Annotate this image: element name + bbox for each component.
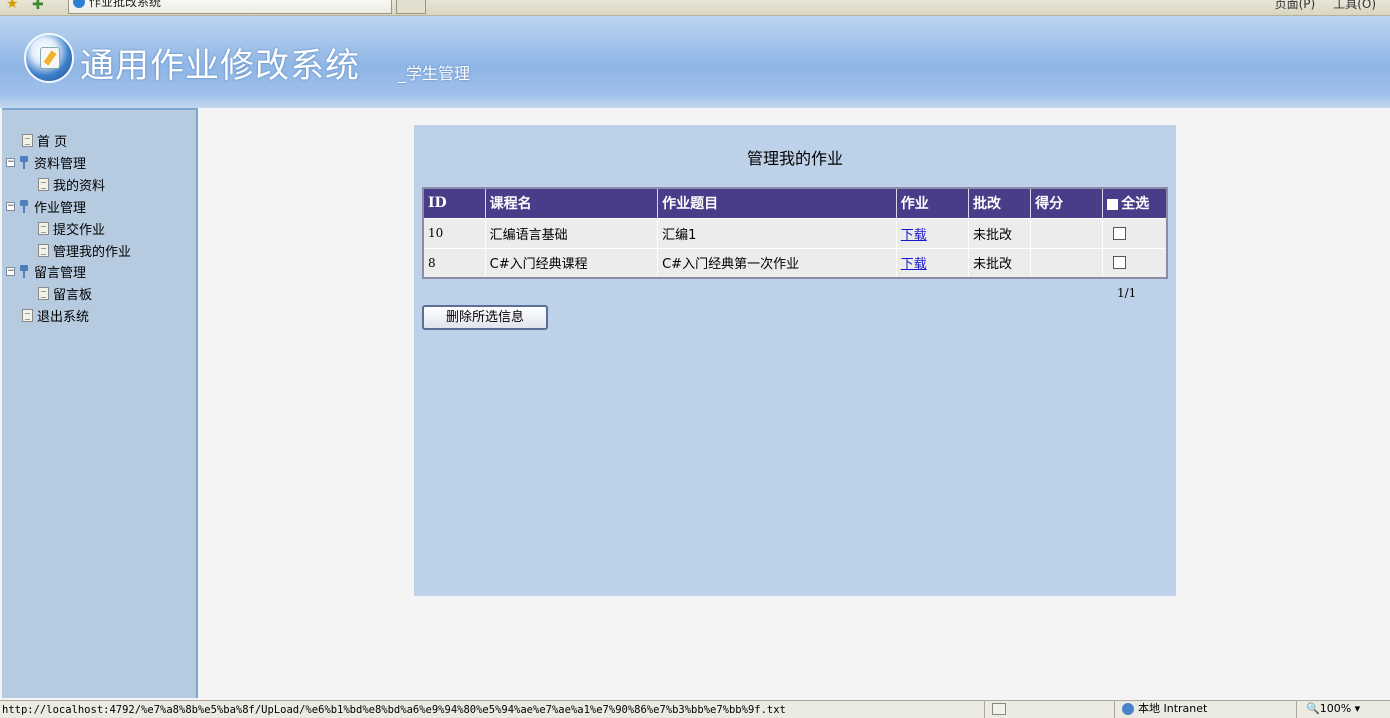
cell-status: 未批改 bbox=[968, 217, 1032, 248]
cell-course: 汇编语言基础 bbox=[485, 217, 659, 248]
site-banner: 通用作业修改系统 _学生管理 bbox=[0, 16, 1390, 108]
column-header-status: 批改 bbox=[968, 188, 1032, 218]
table-header-row: ID 课程名 作业题目 作业 批改 得分 全选 bbox=[423, 188, 1168, 218]
favorites-star-icon[interactable]: ★ bbox=[6, 0, 20, 11]
select-all-checkbox[interactable] bbox=[1107, 198, 1119, 210]
browser-toolbar: ★ ✚ 作业批改系统 页面(P) 工具(O) bbox=[0, 0, 1390, 16]
status-bar: http://localhost:4792/%e7%a8%8b%e5%ba%8f… bbox=[0, 700, 1390, 718]
sidebar-item-home[interactable]: 首 页 bbox=[22, 130, 67, 150]
cell-download: 下载 bbox=[896, 217, 969, 248]
column-header-id: ID bbox=[423, 188, 486, 218]
sidebar-item-label: 首 页 bbox=[37, 134, 68, 150]
row-checkbox[interactable] bbox=[1113, 226, 1127, 240]
cell-score bbox=[1030, 217, 1104, 248]
sidebar-item-label: 退出系统 bbox=[37, 309, 90, 325]
column-header-course: 课程名 bbox=[485, 188, 659, 218]
security-zone[interactable]: 本地 Intranet bbox=[1122, 701, 1207, 717]
sidebar-item-label: 作业管理 bbox=[34, 200, 87, 216]
table-row: 10 汇编语言基础 汇编1 下载 未批改 bbox=[423, 217, 1168, 248]
collapse-icon[interactable]: − bbox=[6, 266, 15, 276]
cell-course: C#入门经典课程 bbox=[485, 247, 659, 278]
sidebar-item-message-management[interactable]: − 留言管理 bbox=[6, 261, 86, 281]
column-header-title: 作业题目 bbox=[657, 188, 897, 218]
zone-label: 本地 Intranet bbox=[1138, 702, 1208, 715]
site-title: 通用作业修改系统 bbox=[80, 46, 360, 86]
sidebar-item-label: 提交作业 bbox=[53, 222, 106, 238]
page-icon bbox=[38, 243, 49, 257]
sidebar-item-label: 留言管理 bbox=[34, 265, 87, 281]
sidebar-item-my-profile[interactable]: 我的资料 bbox=[38, 174, 105, 194]
status-separator bbox=[984, 701, 985, 718]
collapse-icon[interactable]: − bbox=[6, 157, 15, 167]
sidebar-item-label: 资料管理 bbox=[34, 156, 87, 172]
row-checkbox[interactable] bbox=[1113, 256, 1127, 270]
zoom-control[interactable]: 🔍100% ▾ bbox=[1306, 701, 1360, 717]
column-header-select-all[interactable]: 全选 bbox=[1102, 188, 1168, 218]
folder-icon bbox=[19, 199, 29, 213]
logo-icon bbox=[24, 33, 74, 83]
table-row: 8 C#入门经典课程 C#入门经典第一次作业 下载 未批改 bbox=[423, 247, 1168, 278]
column-header-score: 得分 bbox=[1030, 188, 1104, 218]
collapse-icon[interactable]: − bbox=[6, 201, 15, 211]
folder-icon bbox=[19, 264, 29, 278]
page-title: 管理我的作业 bbox=[746, 149, 843, 168]
cell-score bbox=[1030, 247, 1104, 278]
cell-select bbox=[1102, 247, 1168, 278]
sidebar-item-label: 留言板 bbox=[53, 287, 93, 303]
cell-title: C#入门经典第一次作业 bbox=[657, 247, 897, 278]
globe-icon bbox=[1122, 703, 1134, 715]
page-status-icon bbox=[992, 703, 1006, 715]
add-favorite-icon[interactable]: ✚ bbox=[32, 0, 46, 12]
new-tab-button[interactable] bbox=[396, 0, 426, 14]
cell-status: 未批改 bbox=[968, 247, 1032, 278]
page-menu[interactable]: 页面(P) bbox=[1275, 0, 1316, 12]
pager-text: 1/1 bbox=[1117, 286, 1137, 300]
cell-title: 汇编1 bbox=[657, 217, 897, 248]
folder-icon bbox=[19, 155, 29, 169]
page-icon bbox=[22, 133, 33, 147]
tools-menu[interactable]: 工具(O) bbox=[1333, 0, 1376, 12]
page-icon bbox=[38, 177, 49, 191]
sidebar-item-submit-homework[interactable]: 提交作业 bbox=[38, 218, 105, 238]
browser-tab[interactable]: 作业批改系统 bbox=[68, 0, 392, 14]
homework-table: ID 课程名 作业题目 作业 批改 得分 全选 10 汇编语言基础 汇编1 下载… bbox=[422, 187, 1168, 279]
download-link[interactable]: 下载 bbox=[901, 257, 927, 272]
main-panel: 管理我的作业 ID 课程名 作业题目 作业 批改 得分 全选 10 汇编语言基础… bbox=[414, 125, 1176, 596]
cell-id: 8 bbox=[423, 247, 486, 278]
zoom-level: 100% bbox=[1319, 702, 1352, 715]
page-icon bbox=[38, 286, 49, 300]
cell-id: 10 bbox=[423, 217, 486, 248]
column-header-homework: 作业 bbox=[896, 188, 969, 218]
status-separator bbox=[1296, 701, 1297, 718]
cell-select bbox=[1102, 217, 1168, 248]
sidebar-item-label: 管理我的作业 bbox=[53, 244, 132, 260]
sidebar-item-manage-my-homework[interactable]: 管理我的作业 bbox=[38, 240, 131, 260]
delete-selected-button[interactable]: 删除所选信息 bbox=[422, 305, 548, 330]
sidebar-item-label: 我的资料 bbox=[53, 178, 106, 194]
ie-logo-icon bbox=[73, 0, 85, 8]
page-icon bbox=[38, 221, 49, 235]
page-icon bbox=[22, 308, 33, 322]
status-url: http://localhost:4792/%e7%a8%8b%e5%ba%8f… bbox=[2, 704, 786, 716]
sidebar-item-homework-management[interactable]: − 作业管理 bbox=[6, 196, 86, 216]
site-subtitle: _学生管理 bbox=[398, 64, 471, 83]
select-all-label: 全选 bbox=[1121, 196, 1150, 213]
cell-download: 下载 bbox=[896, 247, 969, 278]
command-bar: 页面(P) 工具(O) bbox=[1275, 0, 1376, 14]
sidebar-item-profile-management[interactable]: − 资料管理 bbox=[6, 152, 86, 172]
download-link[interactable]: 下载 bbox=[901, 228, 927, 243]
status-separator bbox=[1114, 701, 1115, 718]
sidebar-nav: 首 页 − 资料管理 我的资料 − 作业管理 提交作业 管理我的作业 − 留言管… bbox=[2, 108, 198, 698]
sidebar-item-logout[interactable]: 退出系统 bbox=[22, 305, 89, 325]
sidebar-item-message-board[interactable]: 留言板 bbox=[38, 283, 92, 303]
tab-title: 作业批改系统 bbox=[89, 0, 162, 9]
